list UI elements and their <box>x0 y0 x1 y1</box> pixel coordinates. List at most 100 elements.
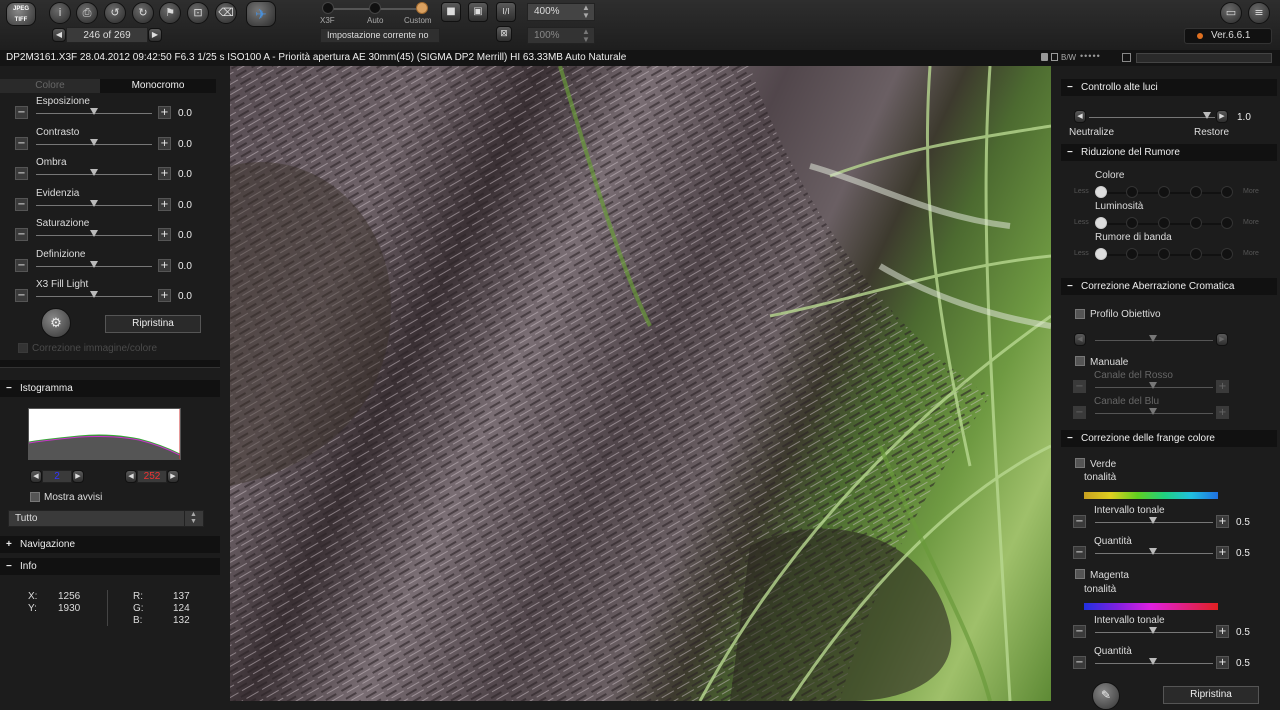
hist-high-decrement[interactable]: ◀ <box>125 470 137 483</box>
hist-high-increment[interactable]: ▶ <box>167 470 179 483</box>
lens-thumb[interactable] <box>1149 335 1157 342</box>
mode-custom-knob[interactable] <box>416 2 428 14</box>
hist-low-value[interactable]: 2 <box>42 470 72 483</box>
lens-profile-checkbox[interactable] <box>1075 309 1085 319</box>
red-thumb[interactable] <box>1149 382 1157 389</box>
green-range-minus[interactable]: − <box>1073 515 1086 528</box>
highlight-decrement[interactable]: ◀ <box>1074 110 1086 123</box>
current-setting-field[interactable]: Impostazione corrente no <box>320 28 440 43</box>
slider-plus-button[interactable]: + <box>158 137 171 150</box>
green-range-plus[interactable]: + <box>1216 515 1229 528</box>
noise-level-dot[interactable] <box>1158 217 1170 229</box>
magenta-amount-minus[interactable]: − <box>1073 656 1086 669</box>
slider-thumb[interactable] <box>90 200 98 207</box>
info-header[interactable]: − Info <box>0 558 220 575</box>
navigation-header[interactable]: + Navigazione <box>0 536 220 553</box>
noise-level-dot[interactable] <box>1095 186 1107 198</box>
slider-thumb[interactable] <box>90 261 98 268</box>
slider-minus-button[interactable]: − <box>15 259 28 272</box>
magenta-range-minus[interactable]: − <box>1073 625 1086 638</box>
fit-window-icon[interactable]: ▣ <box>468 2 488 22</box>
green-amount-thumb[interactable] <box>1149 548 1157 555</box>
bw-toggle-icon[interactable] <box>1122 53 1131 62</box>
bw-slider-field[interactable] <box>1136 53 1272 63</box>
faded-option-checkbox[interactable] <box>18 343 28 353</box>
magenta-range-plus[interactable]: + <box>1216 625 1229 638</box>
zoom-secondary-stepper-icon[interactable]: ▲ ▼ <box>578 28 594 44</box>
magenta-range-thumb[interactable] <box>1149 627 1157 634</box>
noise-level-dot[interactable] <box>1126 186 1138 198</box>
highlight-increment[interactable]: ▶ <box>1216 110 1228 123</box>
blue-thumb[interactable] <box>1149 408 1157 415</box>
rotate-right-icon[interactable]: ↻ <box>132 2 154 24</box>
slider-thumb[interactable] <box>90 108 98 115</box>
flag-icon[interactable]: ⚑ <box>159 2 181 24</box>
warnings-checkbox[interactable] <box>30 492 40 502</box>
compare-icon[interactable]: ⊠ <box>496 26 512 42</box>
slider-plus-button[interactable]: + <box>158 106 171 119</box>
noise-level-dot[interactable] <box>1221 248 1233 260</box>
green-range-thumb[interactable] <box>1149 517 1157 524</box>
rotate-left-icon[interactable]: ↺ <box>104 2 126 24</box>
slider-thumb[interactable] <box>90 139 98 146</box>
trash-icon[interactable]: ⌫ <box>215 2 237 24</box>
slider-minus-button[interactable]: − <box>15 289 28 302</box>
green-amount-plus[interactable]: + <box>1216 546 1229 559</box>
magenta-amount-plus[interactable]: + <box>1216 656 1229 669</box>
blue-plus-button[interactable]: + <box>1216 406 1229 419</box>
lens-increment[interactable]: ▶ <box>1216 333 1228 346</box>
noise-level-dot[interactable] <box>1126 217 1138 229</box>
tab-monocromo[interactable]: Monocromo <box>100 79 216 93</box>
slider-thumb[interactable] <box>90 169 98 176</box>
sigma-logo-icon[interactable]: ✈ <box>246 1 276 27</box>
auto-adjust-icon[interactable]: ⚙ <box>41 308 71 338</box>
green-amount-minus[interactable]: − <box>1073 546 1086 559</box>
split-view-icon[interactable]: I/I <box>496 2 516 22</box>
view-mode-icon[interactable]: ▭ <box>1220 2 1242 24</box>
right-auto-adjust-icon[interactable]: ✎ <box>1092 682 1120 710</box>
slider-thumb[interactable] <box>90 291 98 298</box>
channel-select[interactable]: Tutto <box>8 510 204 527</box>
green-checkbox[interactable] <box>1075 458 1085 468</box>
chromatic-header[interactable]: − Correzione Aberrazione Cromatica <box>1061 278 1277 295</box>
next-image-button[interactable]: ▶ <box>148 28 162 42</box>
red-minus-button[interactable]: − <box>1073 380 1086 393</box>
blue-minus-button[interactable]: − <box>1073 406 1086 419</box>
histogram-header[interactable]: − Istogramma <box>0 380 220 397</box>
print-icon[interactable]: ⎙ <box>76 2 98 24</box>
image-viewport[interactable] <box>230 66 1051 701</box>
zoom-stepper-icon[interactable]: ▲ ▼ <box>578 4 594 20</box>
slider-plus-button[interactable]: + <box>158 259 171 272</box>
noise-level-dot[interactable] <box>1158 186 1170 198</box>
slider-thumb[interactable] <box>90 230 98 237</box>
left-reset-button[interactable]: Ripristina <box>105 315 201 333</box>
noise-level-dot[interactable] <box>1190 217 1202 229</box>
red-plus-button[interactable]: + <box>1216 380 1229 393</box>
prev-image-button[interactable]: ◀ <box>52 28 66 42</box>
slider-plus-button[interactable]: + <box>158 228 171 241</box>
hist-high-value[interactable]: 252 <box>137 470 167 483</box>
hist-low-increment[interactable]: ▶ <box>72 470 84 483</box>
noise-level-dot[interactable] <box>1221 217 1233 229</box>
right-reset-button[interactable]: Ripristina <box>1163 686 1259 704</box>
hist-low-decrement[interactable]: ◀ <box>30 470 42 483</box>
tab-colore[interactable]: Colore <box>0 79 100 93</box>
slider-plus-button[interactable]: + <box>158 167 171 180</box>
lock-icon[interactable]: ⊡ <box>187 2 209 24</box>
noise-level-dot[interactable] <box>1190 186 1202 198</box>
highlight-header[interactable]: − Controllo alte luci <box>1061 79 1277 96</box>
magenta-hue-bar[interactable] <box>1084 603 1218 610</box>
mode-x3f-knob[interactable] <box>322 2 334 14</box>
magenta-checkbox[interactable] <box>1075 569 1085 579</box>
mode-auto-knob[interactable] <box>369 2 381 14</box>
slider-minus-button[interactable]: − <box>15 106 28 119</box>
noise-header[interactable]: − Riduzione del Rumore <box>1061 144 1277 161</box>
slider-minus-button[interactable]: − <box>15 167 28 180</box>
noise-level-dot[interactable] <box>1221 186 1233 198</box>
noise-level-dot[interactable] <box>1126 248 1138 260</box>
noise-level-dot[interactable] <box>1095 248 1107 260</box>
jpeg-tiff-save-icon[interactable]: JPEG TIFF <box>6 2 36 26</box>
noise-level-dot[interactable] <box>1158 248 1170 260</box>
slider-plus-button[interactable]: + <box>158 198 171 211</box>
slider-plus-button[interactable]: + <box>158 289 171 302</box>
